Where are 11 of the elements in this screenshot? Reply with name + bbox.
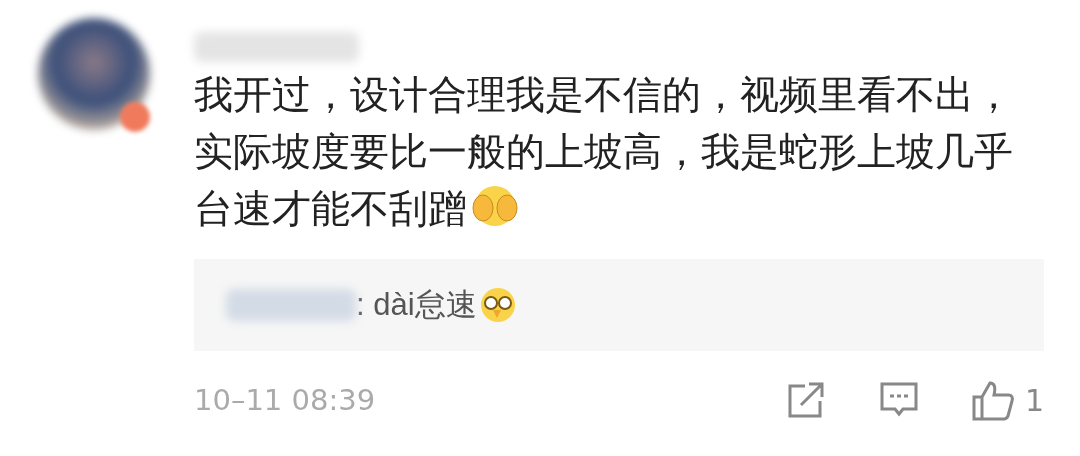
- share-icon[interactable]: [786, 381, 825, 419]
- avatar[interactable]: [38, 18, 150, 130]
- comment-time: 10–11 08:39: [194, 383, 377, 417]
- like-count: 1: [1024, 382, 1044, 418]
- comment-text: 我开过，设计合理我是不信的，视频里看不出，实际坡度要比一般的上坡高，我是蛇形上坡几乎台速才能不刮蹭: [194, 72, 1014, 232]
- hands-over-face-emoji-icon: [469, 184, 521, 228]
- thumbs-up-icon[interactable]: [970, 379, 1015, 421]
- comment-icon[interactable]: [878, 381, 919, 419]
- badge-icon: [120, 102, 150, 132]
- reply-text: : dài怠速: [356, 286, 477, 324]
- glasses-emoji-icon: [478, 286, 517, 324]
